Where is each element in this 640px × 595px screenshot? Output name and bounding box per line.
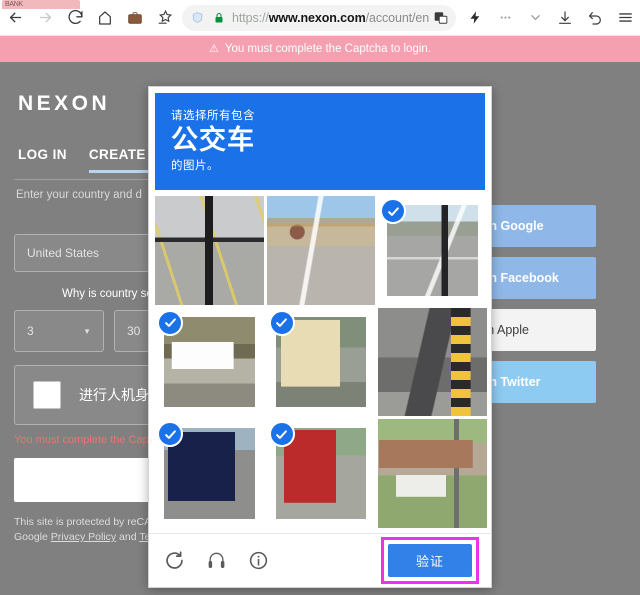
form-error-message: You must complete the Capt: [14, 434, 152, 446]
url-path: /account/en,: [365, 10, 430, 25]
favorites-star-icon[interactable]: [150, 3, 180, 33]
captcha-tile-grid: [155, 196, 487, 528]
recaptcha-challenge-dialog: 请选择所有包含 公交车 的图片。 验证: [148, 86, 492, 588]
ellipsis-icon[interactable]: [490, 3, 520, 33]
recaptcha-checkbox[interactable]: [33, 381, 61, 409]
tile-blue-bus-rear[interactable]: [155, 419, 264, 528]
chevron-down-icon: ▼: [83, 326, 91, 336]
nexon-logo: NEXON: [18, 92, 111, 115]
address-bar[interactable]: https://www.nexon.com/account/en,: [182, 4, 456, 31]
captcha-instruction-header: 请选择所有包含 公交车 的图片。: [155, 93, 485, 190]
info-icon[interactable]: [245, 548, 271, 574]
check-icon: [157, 309, 183, 336]
tile-image: [378, 419, 487, 528]
lightning-icon[interactable]: [460, 3, 490, 33]
tile-crosswalk[interactable]: [378, 196, 487, 305]
captcha-target-object: 公交车: [171, 125, 255, 155]
tile-image: [266, 196, 376, 305]
check-icon: [268, 421, 295, 448]
briefcase-icon[interactable]: [120, 3, 150, 33]
url-text: https://www.nexon.com/account/en,: [232, 11, 430, 25]
form-hint: Enter your country and d: [16, 189, 142, 201]
home-icon[interactable]: [90, 3, 120, 33]
tile-image: [155, 196, 264, 305]
birth-day-value: 3: [27, 324, 34, 338]
alert-message: You must complete the Captcha to login.: [224, 43, 431, 55]
browser-toolbar: BANK https://www.nexon.com/account/en,: [0, 0, 640, 36]
browser-tab[interactable]: BANK: [2, 0, 80, 9]
tile-red-bus-front[interactable]: [266, 419, 376, 528]
tile-parking-lot[interactable]: [155, 196, 264, 305]
why-country-link[interactable]: Why is country sele: [62, 288, 162, 300]
reload-icon[interactable]: [161, 548, 187, 574]
tile-beige-coach[interactable]: [266, 307, 376, 417]
translate-icon[interactable]: [430, 7, 452, 29]
headphones-icon[interactable]: [203, 548, 229, 574]
lock-icon: [208, 7, 230, 29]
tile-white-minibus[interactable]: [155, 307, 264, 417]
captcha-footer: 验证: [149, 533, 491, 587]
verify-button[interactable]: 验证: [388, 544, 472, 577]
shield-icon: [186, 7, 208, 29]
captcha-instruction-prefix: 请选择所有包含: [171, 110, 255, 122]
undo-arrow-icon[interactable]: [580, 3, 610, 33]
tile-image: [378, 307, 487, 417]
tile-street-scene[interactable]: [266, 196, 376, 305]
download-icon[interactable]: [550, 3, 580, 33]
url-host: www.nexon.com: [268, 10, 366, 25]
url-scheme: https://: [232, 10, 269, 25]
hamburger-menu-icon[interactable]: [610, 3, 640, 33]
birth-day-select[interactable]: 3 ▼: [14, 310, 104, 352]
check-icon: [268, 309, 295, 336]
tile-storefront[interactable]: [378, 419, 487, 528]
legal-line-1: This site is protected by reCA: [14, 516, 152, 528]
birth-month-value: 30: [127, 324, 141, 338]
captcha-instruction-suffix: 的图片。: [171, 160, 219, 172]
legal-prefix: Google: [14, 531, 51, 543]
warning-triangle-icon: ⚠: [209, 42, 219, 55]
captcha-alert-banner: ⚠ You must complete the Captcha to login…: [0, 36, 640, 62]
legal-line-2: Google Privacy Policy and Te: [14, 530, 151, 545]
chevron-down-icon[interactable]: [520, 3, 550, 33]
verify-button-highlight: 验证: [381, 537, 479, 584]
country-value: United States: [27, 246, 100, 260]
legal-conjunction: and: [116, 531, 140, 543]
tab-log-in[interactable]: LOG IN: [18, 147, 67, 173]
legal-text: This site is protected by reCA Google Pr…: [14, 515, 151, 545]
privacy-policy-link[interactable]: Privacy Policy: [51, 531, 116, 543]
tile-road-barrier[interactable]: [378, 307, 487, 417]
